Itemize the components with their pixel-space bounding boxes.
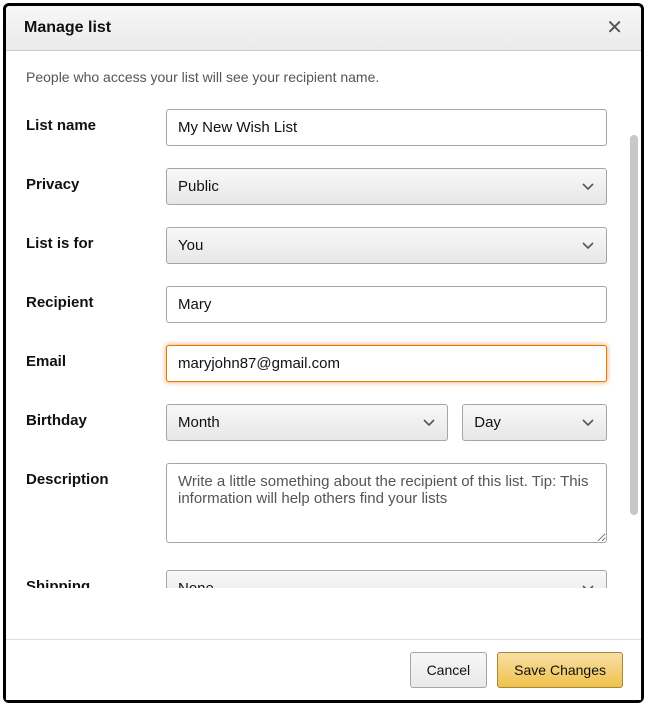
chevron-down-icon bbox=[582, 585, 594, 589]
birthday-month-select[interactable]: Month bbox=[166, 404, 448, 441]
list-is-for-label: List is for bbox=[26, 227, 166, 252]
birthday-day-value: Day bbox=[474, 414, 501, 431]
hint-text: People who access your list will see you… bbox=[26, 69, 607, 85]
manage-list-dialog: Manage list ✕ People who access your lis… bbox=[3, 3, 644, 703]
cancel-button[interactable]: Cancel bbox=[410, 652, 488, 688]
shipping-select[interactable]: None bbox=[166, 570, 607, 588]
dialog-body: People who access your list will see you… bbox=[6, 51, 627, 639]
list-is-for-value: You bbox=[178, 237, 203, 254]
dialog-footer: Cancel Save Changes bbox=[6, 639, 641, 700]
chevron-down-icon bbox=[582, 183, 594, 191]
dialog-title: Manage list bbox=[24, 19, 111, 37]
chevron-down-icon bbox=[423, 419, 435, 427]
recipient-label: Recipient bbox=[26, 286, 166, 311]
description-label: Description bbox=[26, 463, 166, 488]
chevron-down-icon bbox=[582, 242, 594, 250]
privacy-select[interactable]: Public bbox=[166, 168, 607, 205]
list-is-for-select[interactable]: You bbox=[166, 227, 607, 264]
description-textarea[interactable] bbox=[166, 463, 607, 543]
dialog-header: Manage list ✕ bbox=[6, 6, 641, 51]
email-input[interactable] bbox=[166, 345, 607, 382]
save-button[interactable]: Save Changes bbox=[497, 652, 623, 688]
privacy-label: Privacy bbox=[26, 168, 166, 193]
scrollbar[interactable] bbox=[627, 51, 641, 639]
scrollbar-thumb[interactable] bbox=[630, 135, 638, 515]
email-label: Email bbox=[26, 345, 166, 370]
birthday-day-select[interactable]: Day bbox=[462, 404, 607, 441]
list-name-input[interactable] bbox=[166, 109, 607, 146]
shipping-value: None bbox=[178, 580, 214, 588]
chevron-down-icon bbox=[582, 419, 594, 427]
privacy-value: Public bbox=[178, 178, 219, 195]
birthday-month-value: Month bbox=[178, 414, 220, 431]
list-name-label: List name bbox=[26, 109, 166, 134]
birthday-label: Birthday bbox=[26, 404, 166, 429]
shipping-label: Shipping bbox=[26, 570, 166, 588]
close-icon[interactable]: ✕ bbox=[606, 18, 623, 38]
recipient-input[interactable] bbox=[166, 286, 607, 323]
